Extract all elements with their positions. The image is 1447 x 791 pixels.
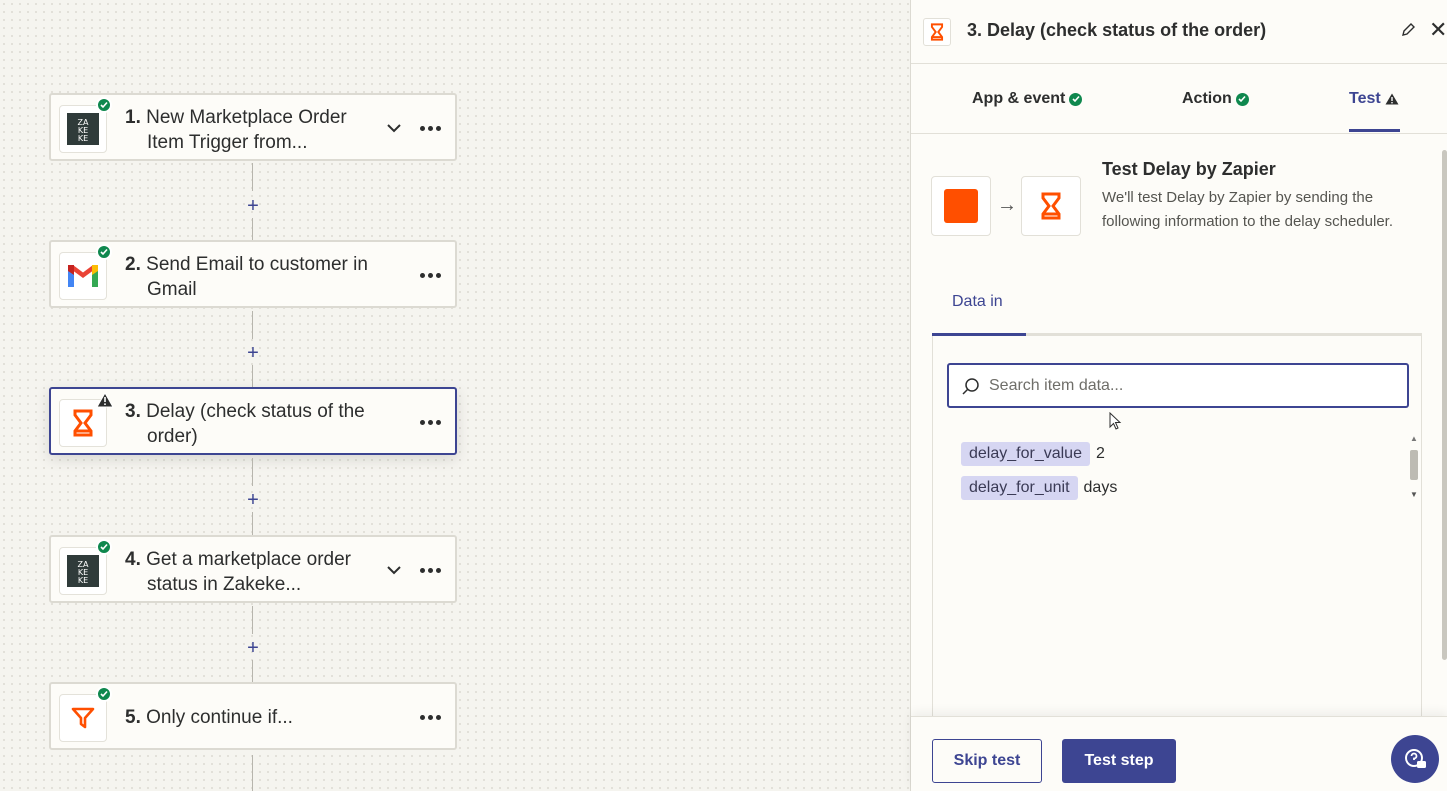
- hourglass-icon: [923, 18, 951, 46]
- check-icon: [96, 686, 112, 702]
- panel-title: 3. Delay (check status of the order): [967, 20, 1267, 40]
- data-value: days: [1083, 479, 1118, 496]
- check-icon: [96, 539, 112, 555]
- step-title: 5. Only continue if...: [125, 707, 293, 728]
- zapier-icon: [931, 176, 991, 236]
- tab-label: Action: [1182, 90, 1232, 107]
- connector: [252, 218, 253, 240]
- svg-text:KE: KE: [78, 134, 88, 143]
- data-item[interactable]: delay_for_value 2: [961, 442, 1105, 466]
- check-icon: [1069, 92, 1083, 106]
- chevron-down-icon[interactable]: [383, 559, 405, 581]
- data-scrollbar[interactable]: ▲ ▼: [1407, 434, 1421, 506]
- step-editor-panel: 3. Delay (check status of the order) ✕ A…: [910, 0, 1447, 791]
- step-card-4[interactable]: ZA KE KE 4. Get a marketplace order status…: [49, 535, 457, 603]
- data-key: delay_for_unit: [961, 476, 1078, 500]
- step-card-1[interactable]: ZA KE KE 1. New Marketplace Order Item Tri…: [49, 93, 457, 161]
- panel-tabs: App & event Action Test: [911, 64, 1447, 134]
- step-title: 4. Get a marketplace order status in Zak…: [125, 549, 352, 595]
- data-value: 2: [1095, 445, 1105, 462]
- scroll-down-icon[interactable]: ▼: [1410, 490, 1418, 499]
- more-icon[interactable]: [417, 704, 443, 730]
- tab-action[interactable]: Action: [1182, 90, 1249, 108]
- connector: [252, 660, 253, 682]
- tab-label: Test: [1349, 90, 1381, 107]
- step-title: 1. New Marketplace Order Item Trigger fr…: [125, 107, 347, 153]
- add-step-button[interactable]: +: [243, 343, 263, 363]
- mouse-cursor-icon: [1109, 412, 1122, 430]
- more-icon[interactable]: [417, 115, 443, 141]
- connector: [252, 606, 253, 634]
- connector: [252, 365, 253, 387]
- check-icon: [1235, 92, 1249, 106]
- active-tab-indicator: [1349, 129, 1400, 132]
- connector: [252, 755, 253, 791]
- test-description: We'll test Delay by Zapier by sending th…: [1102, 189, 1394, 230]
- search-icon: [962, 378, 979, 395]
- check-icon: [96, 244, 112, 260]
- close-icon[interactable]: ✕: [1429, 19, 1447, 41]
- step-card-3[interactable]: 3. Delay (check status of the order): [49, 387, 457, 455]
- data-in-area: delay_for_value 2 delay_for_unit days ▲ …: [932, 336, 1422, 726]
- add-step-button[interactable]: +: [243, 638, 263, 658]
- search-input[interactable]: [989, 373, 1389, 399]
- skip-test-button[interactable]: Skip test: [932, 739, 1042, 783]
- check-icon: [96, 97, 112, 113]
- step-title: 2. Send Email to customer in Gmail: [125, 254, 368, 300]
- svg-text:KE: KE: [78, 576, 88, 585]
- panel-header: 3. Delay (check status of the order) ✕: [911, 0, 1447, 64]
- tab-data-in[interactable]: Data in: [952, 293, 1003, 311]
- hourglass-icon: [1021, 176, 1081, 236]
- warning-icon: [1385, 93, 1399, 105]
- workflow-canvas[interactable]: ZA KE KE 1. New Marketplace Order Item Tri…: [0, 0, 910, 791]
- add-step-button[interactable]: +: [243, 196, 263, 216]
- tab-app-event[interactable]: App & event: [972, 90, 1083, 108]
- warning-icon: [96, 391, 114, 408]
- data-item[interactable]: delay_for_unit days: [961, 476, 1117, 500]
- connector: [252, 512, 253, 535]
- help-icon[interactable]: [1391, 735, 1439, 783]
- connector: [252, 458, 253, 486]
- add-step-button[interactable]: +: [243, 490, 263, 510]
- chevron-down-icon[interactable]: [383, 117, 405, 139]
- more-icon[interactable]: [417, 557, 443, 583]
- pencil-icon[interactable]: [1401, 23, 1417, 39]
- panel-scrollbar[interactable]: [1442, 150, 1447, 660]
- scroll-thumb[interactable]: [1410, 450, 1418, 480]
- search-box[interactable]: [947, 363, 1409, 408]
- test-title: Test Delay by Zapier: [1102, 159, 1276, 179]
- more-icon[interactable]: [417, 409, 443, 435]
- tab-test[interactable]: Test: [1349, 90, 1399, 108]
- arrow-right-icon: →: [997, 194, 1017, 216]
- test-flow-illustration: →: [931, 176, 1083, 236]
- connector: [252, 311, 253, 339]
- panel-footer: Skip test Test step: [911, 716, 1447, 791]
- test-step-button[interactable]: Test step: [1062, 739, 1176, 783]
- connector: [252, 163, 253, 191]
- tab-label: App & event: [972, 90, 1066, 107]
- step-card-5[interactable]: 5. Only continue if...: [49, 682, 457, 750]
- step-title: 3. Delay (check status of the order): [125, 401, 365, 447]
- more-icon[interactable]: [417, 262, 443, 288]
- data-key: delay_for_value: [961, 442, 1090, 466]
- step-card-2[interactable]: 2. Send Email to customer in Gmail: [49, 240, 457, 308]
- scroll-up-icon[interactable]: ▲: [1410, 434, 1418, 443]
